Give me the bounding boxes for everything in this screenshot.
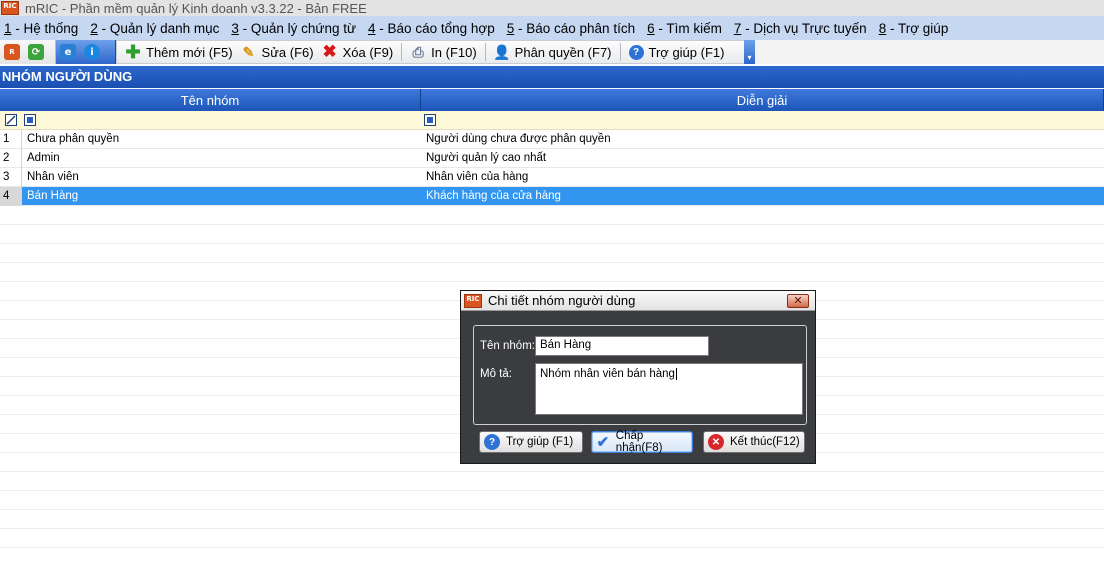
description-label: Mô tả: — [480, 368, 512, 380]
info-icon[interactable]: i — [84, 44, 100, 60]
add-button[interactable]: ✚ Thêm mới (F5) — [121, 42, 237, 62]
section-title: NHÓM NGƯỜI DÙNG — [0, 66, 1104, 88]
pencil-icon: ✎ — [242, 43, 255, 60]
row-number: 1 — [0, 129, 22, 149]
cancel-x-icon: ✕ — [708, 434, 724, 450]
dialog-accept-button[interactable]: ✔ Chấp nhận(F8) — [591, 430, 693, 454]
edit-button[interactable]: ✎ Sửa (F6) — [237, 42, 318, 62]
empty-row — [0, 263, 1104, 282]
menu-tim-kiem[interactable]: 6 - Tìm kiếm — [647, 21, 722, 36]
row-name: Bán Hàng — [27, 190, 79, 202]
dialog-title: Chi tiết nhóm người dùng — [488, 293, 636, 308]
close-icon: ✕ — [793, 294, 803, 307]
table-row-selected[interactable]: 4 Bán Hàng Khách hàng của cửa hàng — [0, 186, 1104, 206]
window-title: mRIC - Phần mềm quản lý Kinh doanh v3.3.… — [25, 0, 367, 16]
empty-row — [0, 510, 1104, 529]
pencil-diagonal-icon — [6, 115, 16, 125]
toolbar-group-web: e i — [56, 40, 116, 64]
edit-square-icon — [5, 114, 17, 126]
row-number: 3 — [0, 167, 22, 187]
user-icon: 👤 — [492, 43, 511, 60]
menu-tro-giup[interactable]: 8 - Trợ giúp — [879, 21, 949, 36]
help-button[interactable]: ? Trợ giúp (F1) — [625, 42, 729, 62]
app-logo: RIC — [1, 1, 19, 15]
menu-bar: 1 - Hệ thống 2 - Quản lý danh mục 3 - Qu… — [0, 16, 1104, 40]
ric-logo-icon[interactable]: R — [4, 44, 20, 60]
checkmark-icon: ✔ — [596, 434, 610, 451]
row-desc: Người dùng chưa được phân quyền — [426, 133, 611, 145]
grid-header: Tên nhóm Diễn giải — [0, 89, 1104, 111]
row-desc: Người quản lý cao nhất — [426, 152, 547, 164]
filter-desc-cell[interactable] — [421, 111, 1104, 130]
toolbar-separator — [401, 43, 403, 61]
filter-name-cell[interactable] — [22, 111, 421, 130]
delete-button[interactable]: ✖ Xóa (F9) — [318, 42, 398, 62]
row-number: 2 — [0, 148, 22, 168]
dialog-form-panel: Tên nhóm: Bán Hàng Mô tả: Nhóm nhân viên… — [473, 325, 807, 425]
empty-row — [0, 244, 1104, 263]
filter-edit-icon[interactable] — [0, 111, 22, 130]
filter-name-checkbox[interactable] — [24, 114, 36, 126]
toolbar-separator — [619, 43, 621, 61]
menu-quan-ly-danh-muc[interactable]: 2 - Quản lý danh mục — [90, 21, 219, 36]
description-input[interactable]: Nhóm nhân viên bán hàng — [535, 363, 803, 415]
toolbar-main: ✚ Thêm mới (F5) ✎ Sửa (F6) ✖ Xóa (F9) ⎙ … — [116, 40, 754, 64]
delete-x-icon: ✖ — [322, 42, 337, 61]
description-text: Nhóm nhân viên bán hàng — [540, 368, 675, 380]
row-name: Chưa phân quyền — [27, 133, 120, 145]
menu-bao-cao-tong-hop[interactable]: 4 - Báo cáo tổng hợp — [368, 21, 495, 36]
row-number: 4 — [0, 186, 22, 206]
toolbar-separator — [484, 43, 486, 61]
empty-row — [0, 529, 1104, 548]
table-row[interactable]: 1 Chưa phân quyền Người dùng chưa được p… — [0, 129, 1104, 149]
refresh-icon[interactable]: ⟳ — [28, 44, 44, 60]
group-name-input[interactable]: Bán Hàng — [535, 336, 709, 356]
browser-icon[interactable]: e — [60, 44, 76, 60]
menu-quan-ly-chung-tu[interactable]: 3 - Quản lý chứng từ — [231, 21, 356, 36]
dialog-close-button[interactable]: ✕ — [787, 294, 809, 308]
toolbar: R ⟳ e i ✚ Thêm mới (F5) ✎ Sửa (F6) ✖ Xóa… — [0, 40, 1104, 64]
dialog-title-bar[interactable]: RIC Chi tiết nhóm người dùng ✕ — [461, 291, 815, 311]
empty-row — [0, 225, 1104, 244]
row-name: Nhân viên — [27, 171, 79, 183]
menu-bao-cao-phan-tich[interactable]: 5 - Báo cáo phân tích — [507, 21, 635, 36]
empty-row — [0, 206, 1104, 225]
filter-row — [0, 111, 1104, 130]
permission-button[interactable]: 👤 Phân quyền (F7) — [490, 42, 616, 62]
column-header-name[interactable]: Tên nhóm — [0, 89, 421, 111]
help-icon: ? — [628, 44, 644, 60]
row-desc: Nhân viên của hàng — [426, 171, 529, 183]
menu-he-thong[interactable]: 1 - Hệ thống — [4, 21, 78, 36]
printer-icon: ⎙ — [412, 43, 424, 60]
group-name-label: Tên nhóm: — [480, 340, 535, 352]
plus-icon: ✚ — [125, 41, 141, 62]
help-icon: ? — [484, 434, 500, 450]
empty-row — [0, 491, 1104, 510]
menu-dich-vu-truc-tuyen[interactable]: 7 - Dịch vụ Trực tuyến — [734, 21, 867, 36]
dialog-exit-button[interactable]: ✕ Kết thúc(F12) — [703, 431, 805, 453]
column-header-desc[interactable]: Diễn giải — [421, 89, 1104, 111]
row-desc: Khách hàng của cửa hàng — [426, 190, 561, 202]
row-name: Admin — [27, 152, 60, 164]
table-row[interactable]: 3 Nhân viên Nhân viên của hàng — [0, 167, 1104, 187]
empty-row — [0, 472, 1104, 491]
toolbar-overflow-chevron-icon[interactable]: ▾ — [744, 40, 755, 64]
filter-desc-checkbox[interactable] — [424, 114, 436, 126]
table-row[interactable]: 2 Admin Người quản lý cao nhất — [0, 148, 1104, 168]
title-bar: RIC mRIC - Phần mềm quản lý Kinh doanh v… — [0, 0, 1104, 16]
toolbar-group-app: R ⟳ — [0, 40, 56, 64]
dialog-help-button[interactable]: ? Trợ giúp (F1) — [479, 431, 583, 453]
group-detail-dialog: RIC Chi tiết nhóm người dùng ✕ Tên nhóm:… — [460, 290, 816, 464]
dialog-logo: RIC — [464, 293, 482, 308]
text-cursor — [675, 368, 677, 380]
print-button[interactable]: ⎙ In (F10) — [406, 42, 481, 62]
